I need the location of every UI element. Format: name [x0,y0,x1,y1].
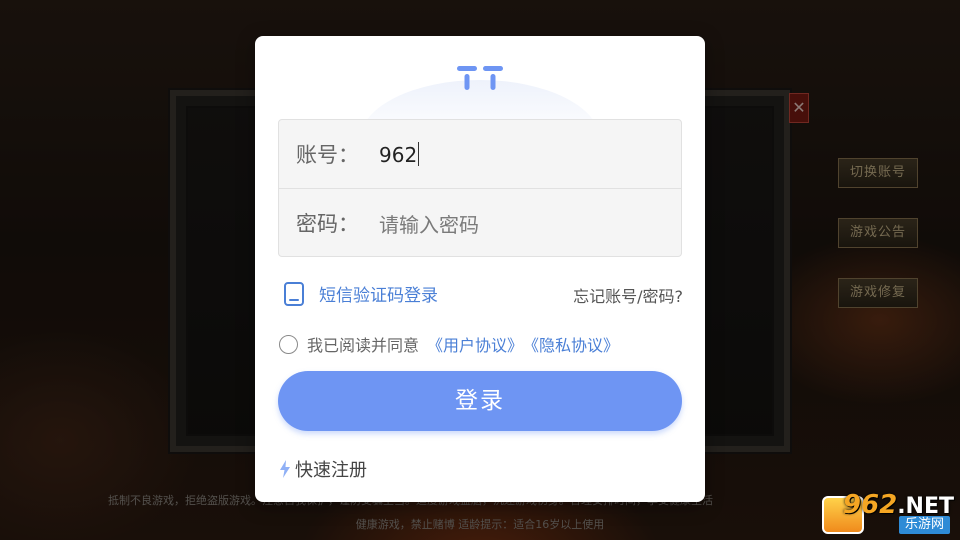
agreement-row: 我已阅读并同意 《用户协议》 《隐私协议》 [279,332,619,356]
quick-register-link[interactable]: 快速注册 [279,456,367,482]
forgot-password-link[interactable]: 忘记账号/密码? [573,283,683,307]
privacy-agreement-link[interactable]: 《隐私协议》 [523,332,619,356]
password-input[interactable]: 请输入密码 [379,209,479,238]
login-button[interactable]: 登录 [278,371,682,431]
watermark-site-name: 乐游网 [898,516,950,534]
user-agreement-link[interactable]: 《用户协议》 [427,332,523,356]
quick-register-label[interactable]: 快速注册 [295,456,367,482]
text-caret [418,141,420,166]
sms-login-link[interactable]: 短信验证码登录 [283,281,438,306]
credentials-form: 账号： 962 密码： 请输入密码 [278,119,682,257]
sms-login-label[interactable]: 短信验证码登录 [319,281,438,306]
password-field[interactable]: 密码： 请输入密码 [279,189,681,257]
tt-logo-icon [457,66,503,90]
phone-icon [284,281,304,306]
password-label: 密码： [296,212,359,236]
account-label: 账号： [296,143,359,167]
account-input[interactable]: 962 [379,141,420,167]
login-dialog: 账号： 962 密码： 请输入密码 短信验证码登录 忘记账号/密码? 我已阅读并… [255,36,705,502]
lightning-icon [280,460,290,478]
site-watermark: 962.NET 乐游网 [822,490,954,536]
account-field[interactable]: 账号： 962 [279,120,681,188]
agree-radio[interactable] [279,334,298,354]
agree-text: 我已阅读并同意 [307,336,420,355]
